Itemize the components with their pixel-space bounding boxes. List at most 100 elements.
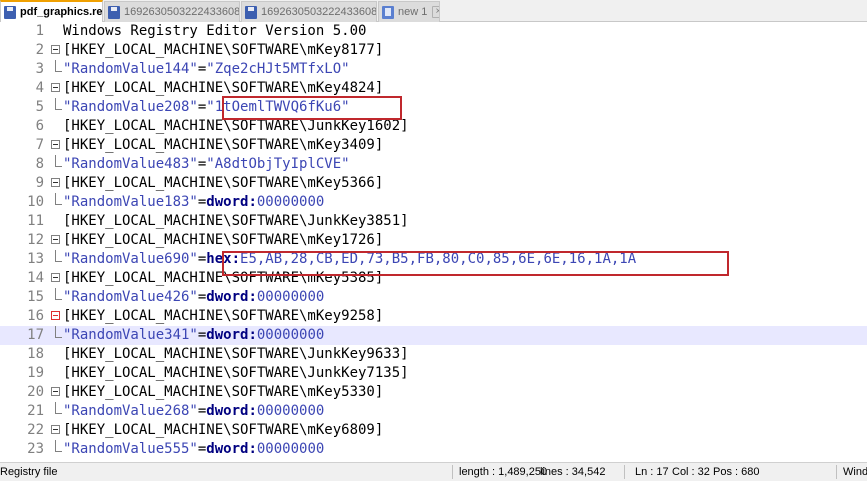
code-line[interactable]: 2 [HKEY_LOCAL_MACHINE\SOFTWARE\mKey8177] [0,41,867,60]
line-number: 19 [27,365,44,381]
line-number: 17 [27,327,44,343]
fold-collapse-icon[interactable] [50,136,62,155]
tab-bar: pdf_graphics.reg × 1692630503222433608.j… [0,0,867,22]
token-sec: [HKEY_LOCAL_MACHINE\SOFTWARE\mKey3409] [63,137,384,153]
document-icon [382,5,394,19]
fold-collapse-icon[interactable] [50,41,62,60]
token-kw: dword: [206,441,257,457]
token-sec: [HKEY_LOCAL_MACHINE\SOFTWARE\JunkKey1602… [63,118,409,134]
line-number: 5 [35,99,44,115]
cursor-position: Pos : 680 [713,466,760,478]
code-line[interactable]: 18 [HKEY_LOCAL_MACHINE\SOFTWARE\JunkKey96… [0,345,867,364]
token-val: 00000000 [256,441,325,457]
line-count: lines : 34,542 [540,466,606,478]
line-number: 18 [27,346,44,362]
fold-collapse-icon[interactable] [50,383,62,402]
text-editor[interactable]: 1 Windows Registry Editor Version 5.00 2 [H… [0,22,867,462]
code-text: [HKEY_LOCAL_MACHINE\SOFTWARE\mKey1726] [63,231,383,250]
code-line[interactable]: 22 [HKEY_LOCAL_MACHINE\SOFTWARE\mKey6809] [0,421,867,440]
code-line[interactable]: 5 "RandomValue208"="1tOemlTWVQ6fKu6" [0,98,867,117]
fold-collapse-icon[interactable] [50,421,62,440]
fold-end-marker [50,326,62,345]
token-kw: dword: [206,194,257,210]
tab-js-file-1[interactable]: 1692630503222433608.js × [104,1,240,22]
tab-label: 1692630503222433608.js [124,6,240,18]
token-str: "RandomValue144" [63,61,198,77]
save-icon [4,5,16,19]
fold-collapse-icon[interactable] [50,79,62,98]
tab-new-1[interactable]: new 1 × [378,1,440,22]
fold-collapse-icon[interactable] [50,174,62,193]
fold-collapse-icon[interactable] [50,269,62,288]
tab-js-file-2[interactable]: 1692630503222433608.js × [241,1,377,22]
code-text: [HKEY_LOCAL_MACHINE\SOFTWARE\mKey9258] [63,307,383,326]
tab-pdf-graphics-reg[interactable]: pdf_graphics.reg × [0,0,103,22]
line-number: 16 [27,308,44,324]
code-text: "RandomValue555"=dword:00000000 [63,440,324,459]
token-sec: [HKEY_LOCAL_MACHINE\SOFTWARE\mKey5385] [63,270,384,286]
code-line[interactable]: 13 "RandomValue690"=hex:E5,AB,28,CB,ED,73… [0,250,867,269]
token-sec: [HKEY_LOCAL_MACHINE\SOFTWARE\JunkKey7135… [63,365,409,381]
code-line[interactable]: 20 [HKEY_LOCAL_MACHINE\SOFTWARE\mKey5330] [0,383,867,402]
code-line[interactable]: 9 [HKEY_LOCAL_MACHINE\SOFTWARE\mKey5366] [0,174,867,193]
token-kw: hex: [206,251,241,267]
save-icon [108,5,120,19]
code-line[interactable]: 17 "RandomValue341"=dword:00000000 [0,326,867,345]
line-number: 14 [27,270,44,286]
close-icon[interactable]: × [432,6,439,18]
code-line[interactable]: 7 [HKEY_LOCAL_MACHINE\SOFTWARE\mKey3409] [0,136,867,155]
code-line[interactable]: 6 [HKEY_LOCAL_MACHINE\SOFTWARE\JunkKey160… [0,117,867,136]
code-line[interactable]: 19 [HKEY_LOCAL_MACHINE\SOFTWARE\JunkKey71… [0,364,867,383]
code-line[interactable]: 4 [HKEY_LOCAL_MACHINE\SOFTWARE\mKey4824] [0,79,867,98]
cursor-column: Col : 32 [672,466,710,478]
line-number: 20 [27,384,44,400]
line-number: 2 [35,42,44,58]
fold-collapse-icon[interactable] [50,231,62,250]
token-val: 00000000 [256,403,325,419]
token-sec: Windows Registry Editor Version 5.00 [63,23,367,39]
code-text: [HKEY_LOCAL_MACHINE\SOFTWARE\JunkKey1602… [63,117,409,136]
token-sec: [HKEY_LOCAL_MACHINE\SOFTWARE\mKey1726] [63,232,384,248]
code-text: "RandomValue341"=dword:00000000 [63,326,324,345]
line-number: 23 [27,441,44,457]
cursor-line: Ln : 17 [635,466,669,478]
token-sec: [HKEY_LOCAL_MACHINE\SOFTWARE\mKey5366] [63,175,384,191]
code-line[interactable]: 10 "RandomValue183"=dword:00000000 [0,193,867,212]
code-text: "RandomValue183"=dword:00000000 [63,193,324,212]
tab-label: pdf_graphics.reg [20,6,103,18]
token-str: "RandomValue183" [63,194,198,210]
code-text: "RandomValue268"=dword:00000000 [63,402,324,421]
line-number: 1 [35,23,44,39]
line-number: 10 [27,194,44,210]
fold-end-marker [50,193,62,212]
token-val: "1tOemlTWVQ6fKu6" [206,99,350,115]
token-kw: dword: [206,327,257,343]
code-line[interactable]: 14 [HKEY_LOCAL_MACHINE\SOFTWARE\mKey5385] [0,269,867,288]
token-str: "RandomValue690" [63,251,198,267]
fold-collapse-icon[interactable] [50,307,62,326]
code-line[interactable]: 16 [HKEY_LOCAL_MACHINE\SOFTWARE\mKey9258] [0,307,867,326]
document-length: length : 1,489,250 [459,466,548,478]
code-line[interactable]: 12 [HKEY_LOCAL_MACHINE\SOFTWARE\mKey1726] [0,231,867,250]
code-line[interactable]: 3 "RandomValue144"="Zqe2cHJt5MTfxLO" [0,60,867,79]
eol-format: Wind [843,466,867,478]
code-line[interactable]: 23 "RandomValue555"=dword:00000000 [0,440,867,459]
line-number: 21 [27,403,44,419]
fold-end-marker [50,155,62,174]
file-type-label: Registry file [0,466,58,478]
code-text: "RandomValue483"="A8dtObjTyIplCVE" [63,155,350,174]
code-line[interactable]: 15 "RandomValue426"=dword:00000000 [0,288,867,307]
token-kw: dword: [206,289,257,305]
token-kw: dword: [206,403,257,419]
code-line[interactable]: 21 "RandomValue268"=dword:00000000 [0,402,867,421]
token-val: 00000000 [256,327,325,343]
code-text: [HKEY_LOCAL_MACHINE\SOFTWARE\mKey3409] [63,136,383,155]
fold-end-marker [50,60,62,79]
code-line[interactable]: 11 [HKEY_LOCAL_MACHINE\SOFTWARE\JunkKey38… [0,212,867,231]
code-line[interactable]: 1 Windows Registry Editor Version 5.00 [0,22,867,41]
token-str: "RandomValue426" [63,289,198,305]
code-line[interactable]: 8 "RandomValue483"="A8dtObjTyIplCVE" [0,155,867,174]
status-bar: Registry file length : 1,489,250 lines :… [0,462,867,481]
code-text: "RandomValue144"="Zqe2cHJt5MTfxLO" [63,60,350,79]
code-text: "RandomValue426"=dword:00000000 [63,288,324,307]
